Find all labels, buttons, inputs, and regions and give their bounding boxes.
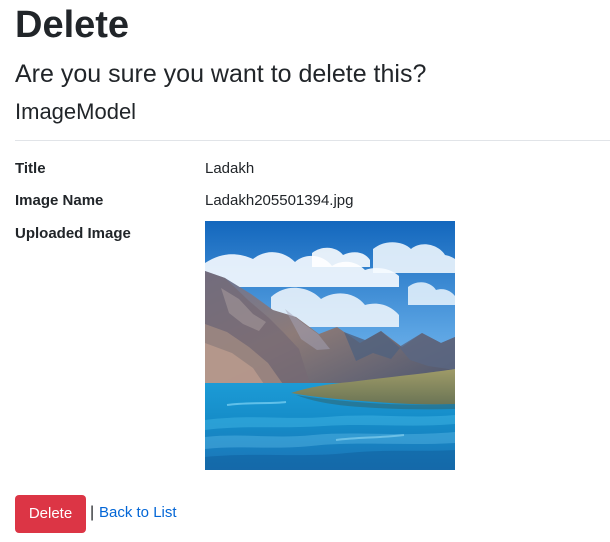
uploaded-image-preview [205,221,455,470]
back-to-list-link[interactable]: Back to List [99,502,177,524]
model-name-heading: ImageModel [15,99,137,124]
page-title: Delete [15,4,130,46]
image-name-label: Image Name [15,192,104,209]
delete-confirmation-page: Delete Are you sure you want to delete t… [0,0,610,542]
uploaded-image-label: Uploaded Image [15,225,131,242]
section-divider [15,140,610,141]
detail-row-image-name: Image Name Ladakh205501394.jpg [0,190,610,212]
title-label: Title [15,160,46,177]
title-value: Ladakh [205,160,255,177]
detail-row-title: Title Ladakh [0,158,610,180]
mountain-lake-photo [205,221,455,470]
image-name-value: Ladakh205501394.jpg [205,192,354,209]
confirmation-question: Are you sure you want to delete this? [15,60,427,88]
delete-button[interactable]: Delete [15,495,86,533]
actions-separator: | [90,504,95,521]
